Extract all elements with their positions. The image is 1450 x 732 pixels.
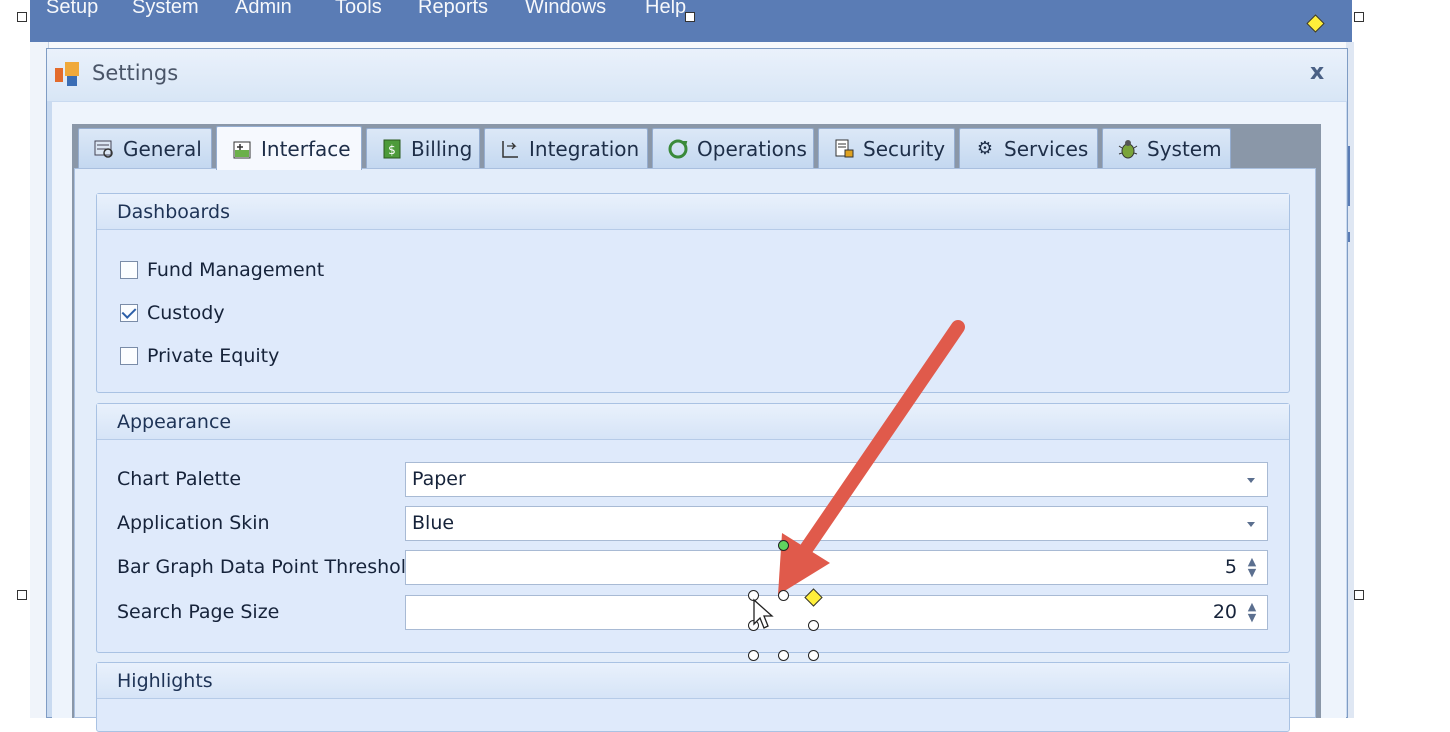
menu-windows[interactable]: Windows: [525, 0, 606, 19]
billing-icon: $: [381, 138, 403, 160]
selection-handle[interactable]: [685, 12, 695, 22]
selection-handle[interactable]: [17, 590, 27, 600]
search-page-size-value: 20: [1212, 601, 1237, 623]
shape-handle[interactable]: [778, 650, 789, 661]
menu-tools[interactable]: Tools: [335, 0, 382, 19]
menu-help[interactable]: Help: [645, 0, 686, 19]
shape-handle[interactable]: [808, 620, 819, 631]
checkbox-box[interactable]: [120, 261, 138, 279]
shape-handle[interactable]: [778, 590, 789, 601]
services-gear-icon: ⚙: [976, 137, 994, 159]
shape-handle[interactable]: [808, 650, 819, 661]
checkbox-label: Private Equity: [147, 345, 280, 367]
tab-label: Interface: [261, 136, 351, 161]
tab-label: Services: [1004, 136, 1089, 161]
app-logo-icon: [55, 62, 79, 86]
dialog-titlebar: [47, 49, 1347, 101]
chevron-down-icon[interactable]: [1247, 478, 1255, 483]
dialog-title: Settings: [92, 61, 179, 85]
tab-system[interactable]: System: [1102, 128, 1231, 168]
checkbox-private-equity[interactable]: Private Equity: [120, 345, 279, 367]
tab-general[interactable]: General: [78, 128, 212, 168]
menu-reports[interactable]: Reports: [418, 0, 488, 19]
menu-system[interactable]: System: [132, 0, 199, 19]
menu-admin[interactable]: Admin: [235, 0, 292, 19]
chevron-down-icon[interactable]: [1247, 522, 1255, 527]
mouse-cursor-icon: [753, 598, 774, 629]
bar-graph-threshold-label: Bar Graph Data Point Threshold: [117, 556, 419, 578]
operations-icon: [667, 138, 689, 160]
chart-palette-label: Chart Palette: [117, 468, 242, 490]
chart-palette-value: Paper: [412, 468, 466, 490]
checkbox-custody[interactable]: Custody: [120, 302, 225, 324]
interface-icon: [231, 138, 253, 160]
menu-setup[interactable]: Setup: [46, 0, 98, 19]
application-skin-label: Application Skin: [117, 512, 270, 534]
checkbox-label: Fund Management: [147, 259, 325, 281]
tab-label: Integration: [529, 136, 640, 161]
group-header-dashboards: Dashboards: [97, 194, 1289, 230]
tab-billing[interactable]: $ Billing: [366, 128, 480, 168]
group-header-appearance: Appearance: [97, 404, 1289, 440]
selection-handle[interactable]: [1354, 12, 1364, 22]
checkbox-fund-management[interactable]: Fund Management: [120, 259, 324, 281]
checkbox-box-checked[interactable]: [120, 304, 138, 322]
tab-operations[interactable]: Operations: [652, 128, 814, 168]
security-icon: [833, 138, 855, 160]
tab-label: Billing: [411, 136, 473, 161]
shape-handle[interactable]: [748, 650, 759, 661]
tab-label: Operations: [697, 136, 807, 161]
annotation-arrow-icon: [778, 320, 965, 595]
checkbox-box[interactable]: [120, 347, 138, 365]
selection-handle[interactable]: [17, 12, 27, 22]
tab-label: Security: [863, 136, 946, 161]
checkbox-label: Custody: [147, 302, 225, 324]
application-skin-value: Blue: [412, 512, 455, 534]
tab-integration[interactable]: Integration: [484, 128, 648, 168]
tab-label: System: [1147, 136, 1222, 161]
integration-icon: [499, 138, 521, 160]
svg-text:$: $: [388, 143, 396, 157]
rotation-handle[interactable]: [778, 540, 789, 551]
tab-label: General: [123, 136, 202, 161]
spin-buttons-icon[interactable]: ▲ ▼: [1247, 556, 1257, 578]
general-settings-icon: [93, 138, 115, 160]
close-icon[interactable]: x: [1310, 60, 1324, 85]
tab-interface[interactable]: Interface: [216, 126, 362, 170]
highlights-group: Highlights: [96, 662, 1290, 732]
group-header-highlights: Highlights: [97, 663, 1289, 699]
spin-buttons-icon[interactable]: ▲ ▼: [1247, 601, 1257, 623]
search-page-size-label: Search Page Size: [117, 601, 280, 623]
bar-graph-threshold-value: 5: [1224, 556, 1237, 578]
system-bug-icon: [1117, 138, 1139, 160]
tab-services[interactable]: ⚙ Services: [959, 128, 1098, 168]
tab-security[interactable]: Security: [818, 128, 955, 168]
selection-handle[interactable]: [1354, 590, 1364, 600]
